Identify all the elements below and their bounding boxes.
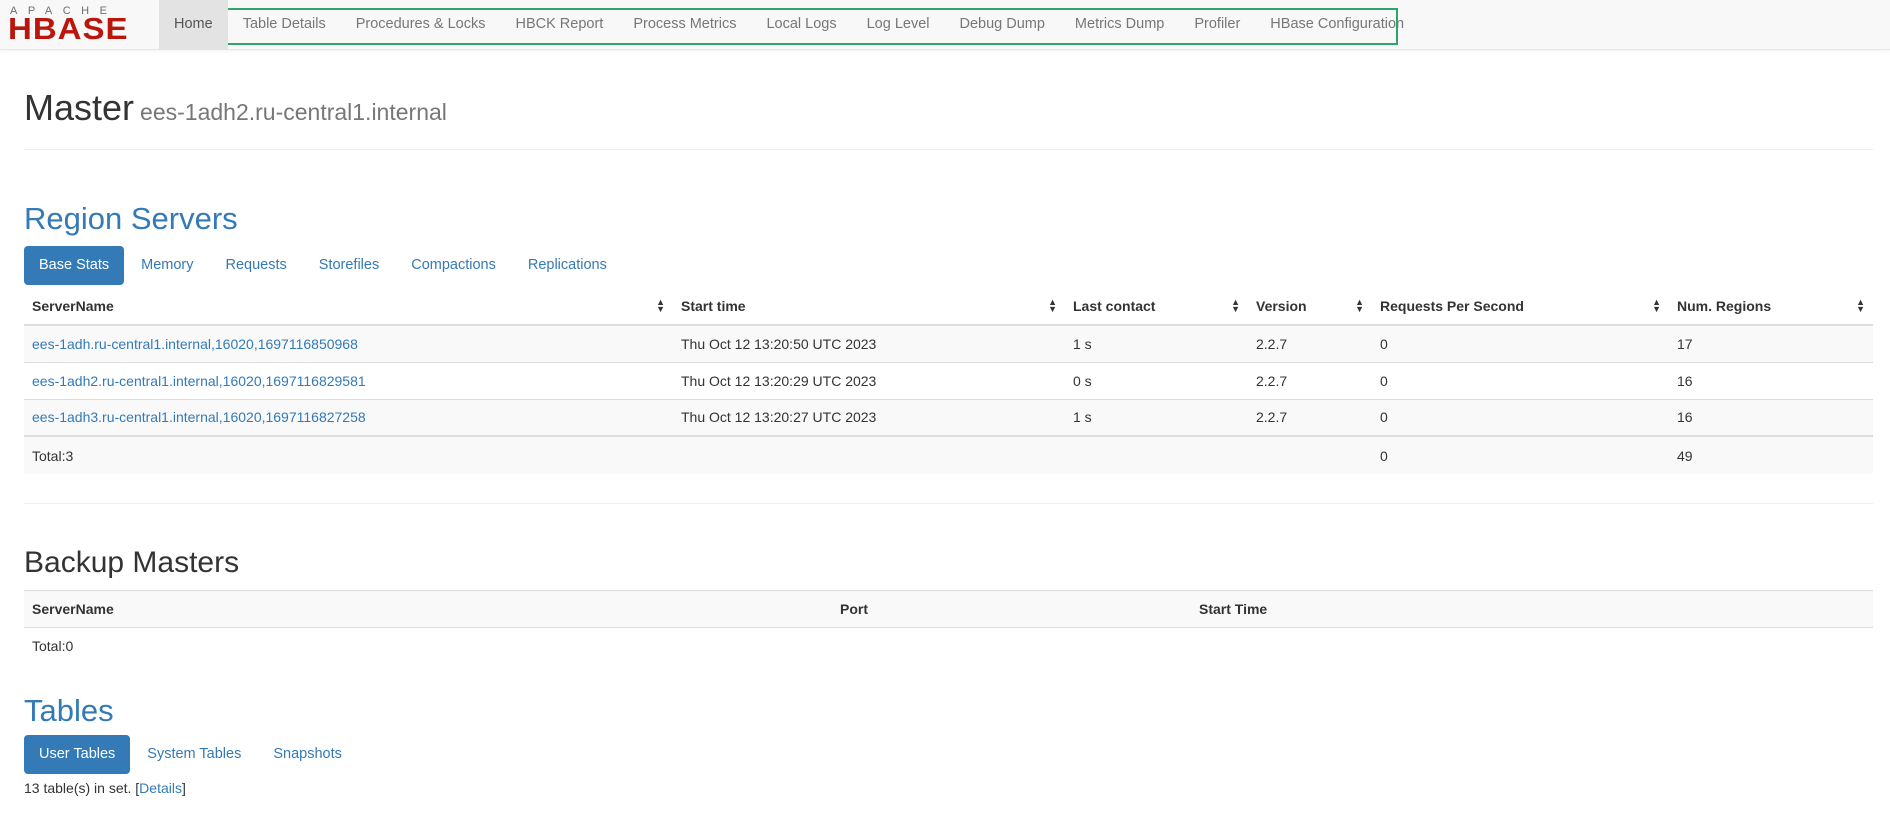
server-name-cell: ees-1adh.ru-central1.internal,16020,1697… bbox=[24, 324, 673, 362]
tables-tabs: User Tables System Tables Snapshots bbox=[24, 734, 1873, 774]
backup-masters-section: Backup Masters ServerName Port Start Tim… bbox=[24, 546, 1873, 665]
server-name-cell: ees-1adh2.ru-central1.internal,16020,169… bbox=[24, 361, 673, 399]
column-header-servername: ServerName bbox=[24, 590, 832, 628]
nav-item-process-metrics[interactable]: Process Metrics bbox=[618, 0, 751, 50]
last-contact-cell: 0 s bbox=[1065, 361, 1248, 399]
tab-base-stats[interactable]: Base Stats bbox=[24, 246, 125, 285]
regions-cell: 17 bbox=[1669, 324, 1873, 362]
version-cell: 2.2.7 bbox=[1248, 361, 1372, 399]
sort-icon: ▲ ▼ bbox=[1231, 297, 1240, 314]
total-row: Total:0 bbox=[24, 627, 1873, 665]
tab-system-tables[interactable]: System Tables bbox=[132, 735, 256, 774]
server-link[interactable]: ees-1adh2.ru-central1.internal,16020,169… bbox=[32, 373, 366, 389]
tab-snapshots[interactable]: Snapshots bbox=[258, 735, 357, 774]
tables-count-info: 13 table(s) in set. [Details] bbox=[24, 779, 186, 796]
total-row: Total:3 0 49 bbox=[24, 435, 1873, 474]
tab-storefiles[interactable]: Storefiles bbox=[304, 246, 394, 285]
requests-cell: 0 bbox=[1372, 361, 1669, 399]
region-servers-tabs: Base Stats Memory Requests Storefiles Co… bbox=[24, 246, 1873, 285]
column-header-last-contact[interactable]: Last contact ▲ ▼ bbox=[1065, 287, 1248, 326]
nav-item-local-logs[interactable]: Local Logs bbox=[751, 0, 851, 50]
tab-memory[interactable]: Memory bbox=[126, 246, 208, 285]
column-header-requests-per-second[interactable]: Requests Per Second ▲ ▼ bbox=[1372, 287, 1669, 326]
tab-requests[interactable]: Requests bbox=[211, 246, 302, 285]
nav-item-metrics-dump[interactable]: Metrics Dump bbox=[1060, 0, 1179, 50]
last-contact-cell: 1 s bbox=[1065, 324, 1248, 362]
start-time-cell: Thu Oct 12 13:20:50 UTC 2023 bbox=[673, 324, 1065, 362]
sort-icon: ▲ ▼ bbox=[1856, 297, 1865, 314]
column-header-num-regions[interactable]: Num. Regions ▲ ▼ bbox=[1669, 287, 1873, 326]
version-cell: 2.2.7 bbox=[1248, 398, 1372, 436]
start-time-cell: Thu Oct 12 13:20:29 UTC 2023 bbox=[673, 361, 1065, 399]
details-link[interactable]: Details bbox=[139, 780, 182, 796]
tab-replications[interactable]: Replications bbox=[513, 246, 622, 285]
backup-masters-title: Backup Masters bbox=[24, 546, 240, 579]
sort-icon: ▲ ▼ bbox=[1355, 297, 1364, 314]
nav-item-debug-dump[interactable]: Debug Dump bbox=[944, 0, 1059, 50]
total-regions-cell: 49 bbox=[1669, 435, 1873, 474]
nav-item-table-details[interactable]: Table Details bbox=[228, 0, 341, 50]
column-header-servername[interactable]: ServerName ▲ ▼ bbox=[24, 287, 673, 326]
version-cell: 2.2.7 bbox=[1248, 324, 1372, 362]
sort-icon: ▲ ▼ bbox=[1048, 297, 1057, 314]
page-subtitle: ees-1adh2.ru-central1.internal bbox=[140, 99, 447, 125]
total-requests-cell: 0 bbox=[1372, 435, 1669, 474]
page-title: Master ees-1adh2.ru-central1.internal bbox=[24, 88, 1873, 132]
nav-item-log-level[interactable]: Log Level bbox=[852, 0, 945, 50]
page-header: Master ees-1adh2.ru-central1.internal bbox=[24, 88, 1873, 150]
page-title-text: Master bbox=[24, 87, 135, 128]
tables-title: Tables bbox=[24, 692, 114, 728]
main-content: Master ees-1adh2.ru-central1.internal Reg… bbox=[24, 50, 1873, 796]
region-servers-title: Region Servers bbox=[24, 201, 238, 236]
regions-cell: 16 bbox=[1669, 361, 1873, 399]
main-nav: Home Table Details Procedures & Locks HB… bbox=[159, 0, 1419, 50]
nav-item-profiler[interactable]: Profiler bbox=[1179, 0, 1255, 50]
sort-icon: ▲ ▼ bbox=[1652, 297, 1661, 314]
tab-compactions[interactable]: Compactions bbox=[396, 246, 511, 285]
table-header-row: ServerName Port Start Time bbox=[24, 590, 1873, 628]
sort-icon: ▲ ▼ bbox=[656, 297, 665, 314]
table-row: ees-1adh2.ru-central1.internal,16020,169… bbox=[24, 361, 1873, 399]
table-header-row: ServerName ▲ ▼ Start time ▲ ▼ Last contact ▲ ▼… bbox=[24, 287, 1873, 326]
tables-section: Tables User Tables System Tables Snapsho… bbox=[24, 692, 1873, 796]
backup-masters-table: ServerName Port Start Time Total:0 bbox=[24, 590, 1873, 665]
server-name-cell: ees-1adh3.ru-central1.internal,16020,169… bbox=[24, 398, 673, 436]
logo-hbase-text: HBASE bbox=[8, 11, 129, 46]
regions-cell: 16 bbox=[1669, 398, 1873, 436]
server-link[interactable]: ees-1adh3.ru-central1.internal,16020,169… bbox=[32, 409, 366, 425]
region-servers-table: ServerName ▲ ▼ Start time ▲ ▼ Last contact ▲ ▼… bbox=[24, 287, 1873, 474]
nav-item-home[interactable]: Home bbox=[159, 0, 228, 50]
section-divider bbox=[24, 503, 1873, 504]
table-row: ees-1adh3.ru-central1.internal,16020,169… bbox=[24, 398, 1873, 436]
nav-item-procedures-locks[interactable]: Procedures & Locks bbox=[341, 0, 501, 50]
requests-cell: 0 bbox=[1372, 398, 1669, 436]
column-header-start-time[interactable]: Start time ▲ ▼ bbox=[673, 287, 1065, 326]
nav-item-hbck-report[interactable]: HBCK Report bbox=[500, 0, 618, 50]
hbase-logo[interactable]: APACHE HBASE bbox=[8, 5, 146, 46]
nav-item-hbase-configuration[interactable]: HBase Configuration bbox=[1255, 0, 1419, 50]
region-servers-section: Region Servers Base Stats Memory Request… bbox=[24, 202, 1873, 474]
requests-cell: 0 bbox=[1372, 324, 1669, 362]
column-header-port: Port bbox=[832, 590, 1191, 628]
top-navbar: APACHE HBASE Home Table Details Procedur… bbox=[0, 0, 1890, 50]
column-header-version[interactable]: Version ▲ ▼ bbox=[1248, 287, 1372, 326]
total-label-cell: Total:3 bbox=[24, 435, 673, 474]
start-time-cell: Thu Oct 12 13:20:27 UTC 2023 bbox=[673, 398, 1065, 436]
server-link[interactable]: ees-1adh.ru-central1.internal,16020,1697… bbox=[32, 336, 358, 352]
total-label-cell: Total:0 bbox=[24, 627, 832, 665]
column-header-start-time: Start Time bbox=[1191, 590, 1873, 628]
last-contact-cell: 1 s bbox=[1065, 398, 1248, 436]
tab-user-tables[interactable]: User Tables bbox=[24, 734, 131, 774]
table-row: ees-1adh.ru-central1.internal,16020,1697… bbox=[24, 324, 1873, 362]
